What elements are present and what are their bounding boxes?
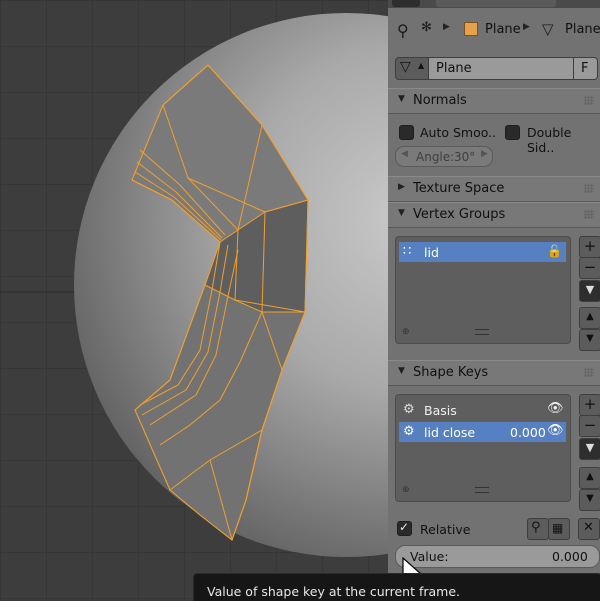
grip-icon[interactable] bbox=[584, 184, 594, 193]
breadcrumb: ⚲ ✻ ▶ Plane ▶ ▽ Plane bbox=[388, 10, 600, 50]
checkmark-icon: ✓ bbox=[399, 520, 410, 534]
move-down-button[interactable]: ▼ bbox=[579, 489, 600, 511]
auto-smooth-label: Auto Smoo.. bbox=[420, 125, 497, 140]
move-up-button[interactable]: ▲ bbox=[579, 467, 600, 489]
mesh-icon: ▽ bbox=[542, 20, 554, 38]
object-cube-icon bbox=[464, 22, 478, 36]
pin-icon: ⚲ bbox=[531, 520, 541, 535]
pin-icon[interactable]: ⚲ bbox=[397, 21, 409, 40]
expanded-triangle-icon: ▼ bbox=[398, 208, 405, 218]
close-icon: ✕ bbox=[583, 520, 594, 535]
pin-shape-button[interactable]: ⚲ bbox=[527, 518, 549, 540]
edit-mode-button[interactable]: ▦ bbox=[548, 518, 570, 540]
vertex-groups-list[interactable]: ∷ lid 🔓 ⊕ bbox=[395, 236, 571, 344]
double-sided-checkbox[interactable] bbox=[505, 125, 520, 140]
properties-panel: ⚲ ✻ ▶ Plane ▶ ▽ Plane ▽ ▲ Plane F ▼ Norm… bbox=[388, 0, 600, 600]
tabs-strip[interactable] bbox=[388, 0, 600, 8]
add-vertex-group-button[interactable]: + bbox=[579, 236, 600, 258]
tooltip-text: Value of shape key at the current frame. bbox=[207, 584, 460, 599]
shape-key-value[interactable]: 0.000 bbox=[510, 425, 546, 440]
chevron-right-icon: ▶ bbox=[523, 22, 530, 32]
chevron-down-icon: ▼ bbox=[585, 283, 595, 296]
relative-checkbox[interactable]: ✓ bbox=[397, 520, 412, 536]
plus-icon: + bbox=[583, 237, 597, 255]
lock-icon[interactable]: 🔓 bbox=[547, 244, 562, 258]
add-shape-key-button[interactable]: + bbox=[579, 394, 600, 416]
eye-icon[interactable]: 👁 bbox=[547, 423, 564, 438]
texture-space-header[interactable]: ▶ Texture Space bbox=[388, 176, 600, 202]
vertex-group-specials-button[interactable]: ▼ bbox=[579, 280, 600, 302]
resize-handle[interactable] bbox=[475, 487, 489, 493]
normals-header[interactable]: ▼ Normals bbox=[388, 88, 600, 114]
viewport-scene bbox=[0, 13, 388, 557]
auto-smooth-checkbox[interactable] bbox=[399, 125, 414, 140]
minus-icon: − bbox=[583, 258, 597, 276]
eye-icon[interactable]: 👁 bbox=[547, 401, 564, 416]
value-slider[interactable]: Value: 0.000 bbox=[395, 545, 600, 568]
add-circle-icon[interactable]: ⊕ bbox=[402, 327, 410, 337]
updown-icon: ▲ bbox=[418, 61, 425, 70]
edit-mode-icon: ▦ bbox=[552, 521, 564, 535]
vertex-group-icon: ∷ bbox=[403, 244, 412, 259]
shape-key-icon: ⚙ bbox=[403, 402, 415, 417]
scene-icon: ✻ bbox=[421, 20, 432, 35]
list-item[interactable]: ⚙ Basis 👁 bbox=[399, 400, 566, 420]
mesh-icon: ▽ bbox=[400, 59, 411, 75]
add-circle-icon[interactable]: ⊕ bbox=[402, 485, 410, 495]
breadcrumb-mesh[interactable]: Plane bbox=[565, 22, 600, 37]
tooltip: Value of shape key at the current frame. bbox=[193, 573, 600, 601]
vertex-groups-header[interactable]: ▼ Vertex Groups bbox=[388, 202, 600, 228]
breadcrumb-object[interactable]: Plane bbox=[485, 22, 521, 37]
chevron-right-icon: ▶ bbox=[443, 22, 450, 32]
resize-handle[interactable] bbox=[475, 329, 489, 335]
shape-key-icon: ⚙ bbox=[403, 424, 415, 439]
plus-icon: + bbox=[583, 395, 597, 413]
expanded-triangle-icon: ▼ bbox=[398, 94, 405, 104]
list-item[interactable]: ⚙ lid close 0.000 👁 bbox=[399, 422, 566, 442]
list-item[interactable]: ∷ lid 🔓 bbox=[399, 242, 566, 262]
chevron-down-icon: ▼ bbox=[585, 441, 595, 454]
mesh-browse-button[interactable]: ▽ ▲ bbox=[395, 57, 429, 80]
grip-icon[interactable] bbox=[584, 368, 594, 377]
shape-keys-header[interactable]: ▼ Shape Keys bbox=[388, 360, 600, 386]
move-up-button[interactable]: ▲ bbox=[579, 307, 600, 329]
clear-weights-button[interactable]: ✕ bbox=[578, 518, 600, 540]
collapsed-triangle-icon: ▶ bbox=[398, 182, 405, 192]
grip-icon[interactable] bbox=[584, 96, 594, 105]
chevron-up-icon: ▲ bbox=[586, 311, 594, 322]
expanded-triangle-icon: ▼ bbox=[398, 366, 405, 376]
chevron-up-icon: ▲ bbox=[586, 471, 594, 482]
chevron-down-icon: ▼ bbox=[586, 493, 594, 504]
shape-keys-list[interactable]: ⚙ Basis 👁 ⚙ lid close 0.000 👁 ⊕ bbox=[395, 394, 571, 502]
fake-user-button[interactable]: F bbox=[573, 57, 598, 80]
datablock-name-field[interactable]: Plane bbox=[428, 57, 574, 80]
value-number: 0.000 bbox=[552, 549, 588, 564]
grip-icon[interactable] bbox=[584, 210, 594, 219]
remove-shape-key-button[interactable]: − bbox=[579, 415, 600, 437]
3d-viewport[interactable] bbox=[0, 0, 388, 600]
shape-key-specials-button[interactable]: ▼ bbox=[579, 438, 600, 460]
double-sided-label: Double Sid.. bbox=[527, 125, 572, 155]
relative-label: Relative bbox=[420, 522, 471, 537]
chevron-down-icon: ▼ bbox=[586, 333, 594, 344]
angle-field[interactable]: ◀ Angle: 30° ▶ bbox=[395, 146, 493, 167]
move-down-button[interactable]: ▼ bbox=[579, 329, 600, 351]
remove-vertex-group-button[interactable]: − bbox=[579, 257, 600, 279]
minus-icon: − bbox=[583, 416, 597, 434]
datablock-name: Plane bbox=[436, 61, 472, 76]
